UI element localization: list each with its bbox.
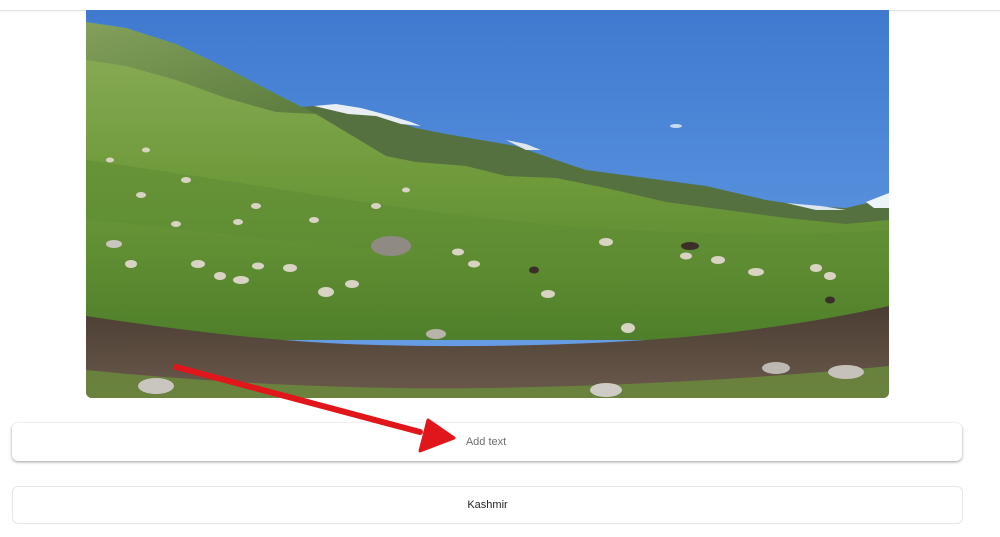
post-photo[interactable] <box>86 10 889 398</box>
add-text-input[interactable]: Add text <box>12 423 962 461</box>
location-field[interactable]: Kashmir <box>12 486 963 524</box>
location-value: Kashmir <box>467 499 508 511</box>
landscape-image <box>86 10 889 398</box>
add-text-placeholder: Add text <box>465 436 507 448</box>
